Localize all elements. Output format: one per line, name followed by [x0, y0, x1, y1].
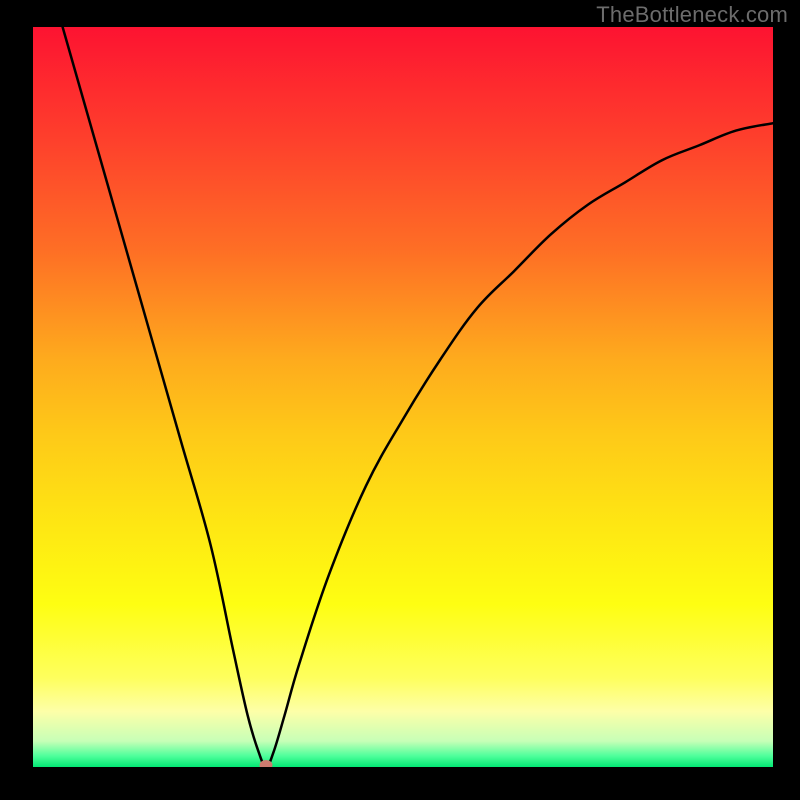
chart-container: TheBottleneck.com	[0, 0, 800, 800]
watermark-text: TheBottleneck.com	[596, 2, 788, 28]
minimum-marker-icon	[260, 760, 273, 767]
plot-area	[33, 27, 773, 767]
bottleneck-curve	[33, 27, 773, 767]
